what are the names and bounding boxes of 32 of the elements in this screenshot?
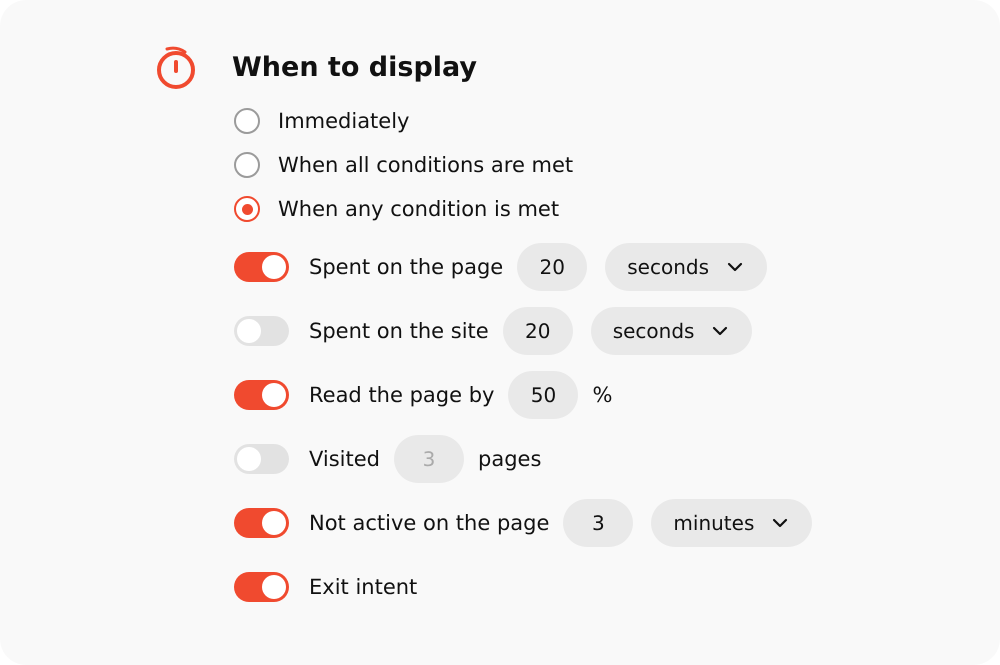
condition-label: Not active on the page xyxy=(309,511,550,535)
toggle-switch[interactable] xyxy=(234,508,289,538)
radio-button[interactable] xyxy=(234,152,260,178)
toggle-switch[interactable] xyxy=(234,316,289,346)
condition-label: Spent on the site xyxy=(309,319,489,343)
unit-dropdown[interactable]: seconds xyxy=(605,243,767,291)
stopwatch-icon xyxy=(154,44,198,90)
toggle-switch[interactable] xyxy=(234,572,289,602)
condition-label: Read the page by xyxy=(309,383,494,407)
unit-label: pages xyxy=(478,447,542,471)
chevron-down-icon xyxy=(712,326,728,336)
toggle-switch[interactable] xyxy=(234,444,289,474)
unit-dropdown[interactable]: minutes xyxy=(651,499,812,547)
unit-label: % xyxy=(592,383,612,407)
radio-button[interactable] xyxy=(234,196,260,222)
radio-button[interactable] xyxy=(234,108,260,134)
radio-label: When any condition is met xyxy=(278,197,560,221)
condition-label: Spent on the page xyxy=(309,255,504,279)
toggle-switch[interactable] xyxy=(234,380,289,410)
number-field[interactable]: 20 xyxy=(502,307,573,355)
chevron-down-icon xyxy=(772,518,788,528)
condition-label: Exit intent xyxy=(309,575,418,599)
condition-label: Visited xyxy=(309,447,380,471)
section-title: When to display xyxy=(232,52,478,82)
number-field[interactable]: 3 xyxy=(563,499,634,547)
number-field[interactable]: 50 xyxy=(508,371,578,419)
radio-label: Immediately xyxy=(278,109,410,133)
number-field[interactable]: 20 xyxy=(517,243,588,291)
chevron-down-icon xyxy=(726,262,743,272)
radio-label: When all conditions are met xyxy=(278,153,574,177)
unit-dropdown[interactable]: seconds xyxy=(590,307,752,355)
toggle-switch[interactable] xyxy=(234,252,289,282)
